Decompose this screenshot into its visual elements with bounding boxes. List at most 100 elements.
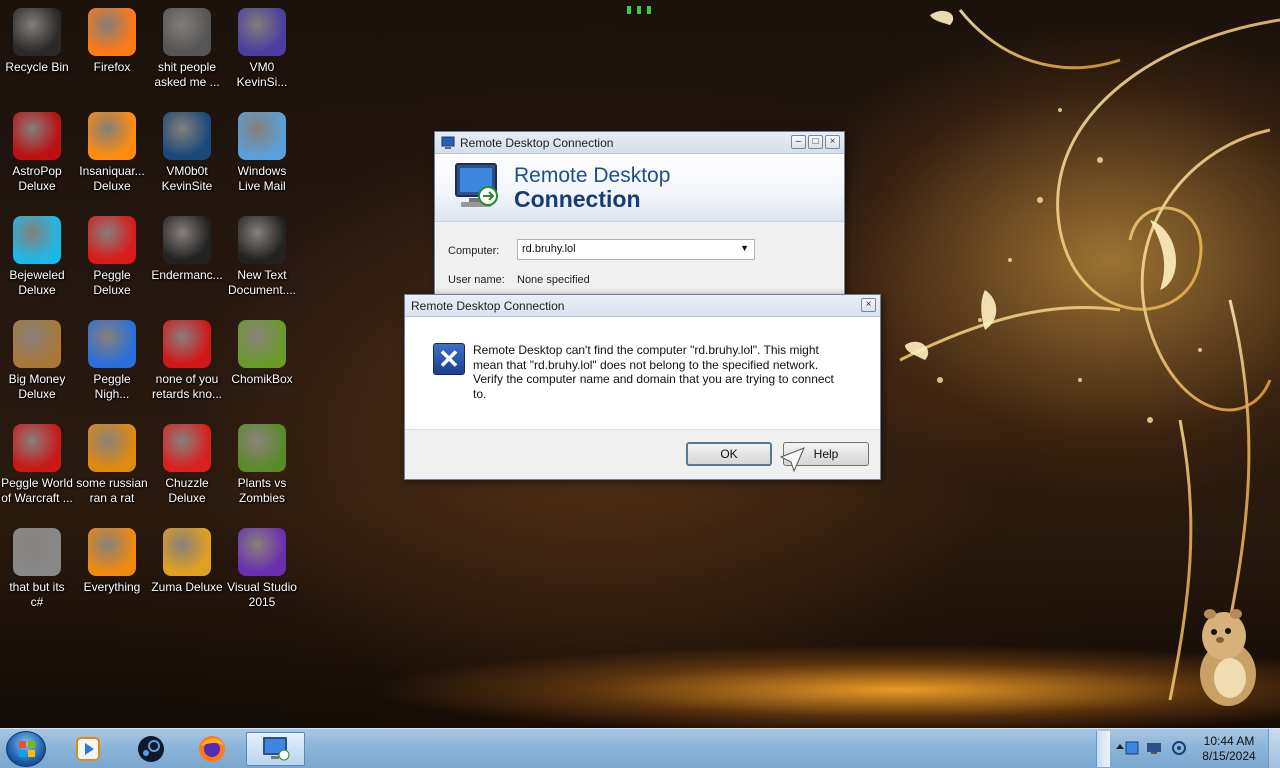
steam-icon [138, 736, 164, 762]
desktop-icon-label: New Text Document.... [227, 268, 297, 297]
clock-time: 10:44 AM [1203, 734, 1255, 748]
chomikbox-hamster-icon [238, 320, 286, 368]
desktop-icon-label: Peggle Nigh... [93, 372, 131, 401]
desktop-icon[interactable]: Visual Studio 2015 [225, 528, 299, 610]
desktop-icon[interactable]: Insaniquar... Deluxe [75, 112, 149, 194]
desktop-icon-label: Plants vs Zombies [237, 476, 287, 505]
desktop-icon[interactable]: ChomikBox [225, 320, 299, 387]
username-value: None specified [517, 274, 590, 286]
taskbar-remote-desktop[interactable] [246, 732, 305, 766]
desktop-icon-label: Visual Studio 2015 [227, 580, 297, 609]
ok-button[interactable]: OK [686, 442, 772, 466]
rdc-titlebar[interactable]: Remote Desktop Connection – □ × [435, 132, 844, 154]
desktop-icon-label: Peggle Deluxe [93, 268, 131, 297]
desktop-icon[interactable]: Bejeweled Deluxe [0, 216, 74, 298]
desktop-icon[interactable]: Windows Live Mail [225, 112, 299, 194]
chevron-down-icon[interactable]: ▼ [740, 243, 749, 253]
dev-de-icon [88, 424, 136, 472]
vmware-icon [163, 112, 211, 160]
desktop-icon[interactable]: VM0b0t KevinSite [150, 112, 224, 194]
desktop-icon[interactable]: Recycle Bin [0, 8, 74, 75]
desktop-icon-label: VM0 KevinSi... [236, 60, 288, 89]
desktop-icon[interactable]: Chuzzle Deluxe [150, 424, 224, 506]
zuma-icon [163, 528, 211, 576]
show-desktop-button[interactable] [1268, 729, 1280, 768]
desktop-icon-label: some russian ran a rat [76, 476, 148, 505]
action-center-icon[interactable] [1124, 740, 1140, 756]
desktop-icon-label: that but its c# [9, 580, 65, 609]
volume-icon[interactable] [1170, 740, 1188, 756]
computer-combobox[interactable]: rd.bruhy.lol ▼ [517, 239, 755, 260]
desktop-icon-label: Everything [83, 580, 141, 594]
bejeweled-gem-icon [13, 216, 61, 264]
desktop-icon[interactable]: AstroPop Deluxe [0, 112, 74, 194]
computer-label: Computer: [448, 245, 500, 257]
text-document-icon [238, 216, 286, 264]
taskbar-steam[interactable] [125, 732, 177, 766]
firefox-icon [199, 736, 225, 762]
peggle-icon [88, 216, 136, 264]
desktop-icon-label: Big Money Deluxe [8, 372, 66, 401]
desktop-icon-label: Windows Live Mail [237, 164, 287, 193]
recycle-bin-icon [13, 8, 61, 56]
desktop-icon[interactable]: Firefox [75, 8, 149, 75]
tray-show-hidden-icons[interactable] [1096, 731, 1110, 767]
desktop-icon-label: VM0b0t KevinSite [161, 164, 213, 193]
desktop-icon[interactable]: Everything [75, 528, 149, 595]
firefox-icon [88, 8, 136, 56]
clock[interactable]: 10:44 AM 8/15/2024 [1196, 734, 1262, 764]
desktop-icon-label: Insaniquar... Deluxe [79, 164, 145, 193]
taskbar-media-player[interactable] [62, 732, 114, 766]
desktop-icon[interactable]: shit people asked me ... [150, 8, 224, 90]
desktop-icon[interactable]: Peggle World of Warcraft ... [0, 424, 74, 506]
desktop-icon[interactable]: that but its c# [0, 528, 74, 610]
vm-firefox-icon [238, 8, 286, 56]
desktop-icon-label: Firefox [93, 60, 131, 74]
chuzzle-icon [163, 424, 211, 472]
desktop-icon-label: AstroPop Deluxe [12, 164, 62, 193]
taskbar: 10:44 AM 8/15/2024 [0, 728, 1280, 768]
peggle-wow-icon [13, 424, 61, 472]
hamster-desktop-pet-icon [1200, 609, 1256, 706]
error-dialog-body: ✕ Remote Desktop can't find the computer… [405, 317, 880, 429]
desktop-icon[interactable]: Endermanc... [150, 216, 224, 283]
mouse-pointer-icon [780, 447, 805, 473]
network-icon[interactable] [1146, 740, 1164, 756]
close-button[interactable]: × [825, 135, 840, 149]
close-button[interactable]: × [861, 298, 876, 312]
windows-logo-icon [19, 741, 35, 757]
text-file-dark-icon [163, 216, 211, 264]
taskbar-firefox[interactable] [186, 732, 238, 766]
rdc-banner: Remote Desktop Connection [435, 154, 844, 222]
error-dialog-titlebar[interactable]: Remote Desktop Connection × [405, 295, 880, 317]
error-x-icon: ✕ [433, 343, 465, 375]
username-label: User name: [448, 274, 505, 286]
computer-value: rd.bruhy.lol [522, 243, 576, 255]
remote-desktop-icon [262, 737, 289, 761]
insaniquarium-fish-icon [88, 112, 136, 160]
maximize-button[interactable]: □ [808, 135, 823, 149]
desktop-icon[interactable]: Peggle Deluxe [75, 216, 149, 298]
rdc-window[interactable]: Remote Desktop Connection – □ × Remote D… [434, 131, 845, 301]
desktop-icon-label: Chuzzle Deluxe [165, 476, 209, 505]
minimize-button[interactable]: – [791, 135, 806, 149]
desktop-icon-label: Bejeweled Deluxe [9, 268, 65, 297]
desktop-icon[interactable]: some russian ran a rat [75, 424, 149, 506]
desktop-icon-label: Recycle Bin [5, 60, 69, 74]
start-button[interactable] [6, 731, 46, 767]
plants-vs-zombies-icon [238, 424, 286, 472]
desktop-icon[interactable]: Zuma Deluxe [150, 528, 224, 595]
money-bag-icon [13, 320, 61, 368]
error-message: Remote Desktop can't find the computer "… [473, 343, 834, 401]
red-dragon-icon [163, 320, 211, 368]
desktop-icon[interactable]: none of you retards kno... [150, 320, 224, 402]
live-mail-icon [238, 112, 286, 160]
desktop-icon[interactable]: VM0 KevinSi... [225, 8, 299, 90]
desktop-icon[interactable]: Peggle Nigh... [75, 320, 149, 402]
desktop-icon[interactable]: New Text Document.... [225, 216, 299, 298]
desktop-icon[interactable]: Big Money Deluxe [0, 320, 74, 402]
copy-windows-icon [13, 528, 61, 576]
astropop-icon [13, 112, 61, 160]
desktop-icon[interactable]: Plants vs Zombies [225, 424, 299, 506]
rdc-window-title: Remote Desktop Connection [460, 135, 614, 150]
